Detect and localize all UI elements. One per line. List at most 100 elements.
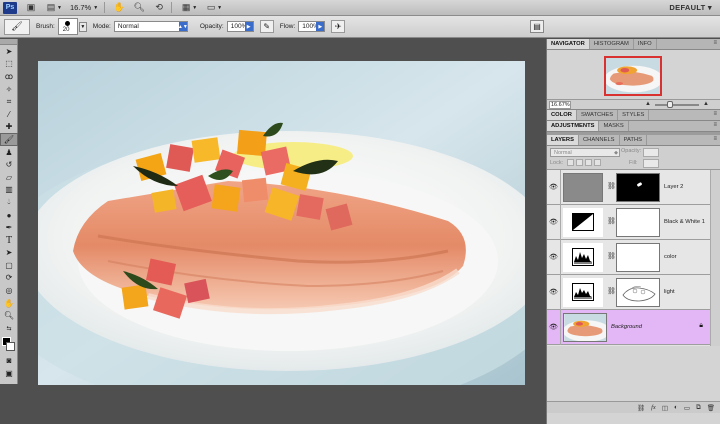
- link-icon[interactable]: ⛓: [607, 287, 616, 295]
- hand-tool[interactable]: ✋: [0, 297, 18, 310]
- quick-mask-button[interactable]: ◙: [0, 355, 18, 368]
- arrange-documents[interactable]: ▦ ▼: [180, 2, 197, 13]
- zoom-out-icon[interactable]: ▲: [645, 101, 651, 107]
- layer-mask-thumbnail[interactable]: [616, 208, 660, 237]
- layer-row-black-white-1[interactable]: 👁︎ ⛓ Black & White 1: [547, 205, 711, 240]
- brush-dropdown[interactable]: ▼: [78, 21, 87, 32]
- screen-mode-button[interactable]: ▣: [0, 367, 18, 380]
- new-adjustment-icon[interactable]: ◐: [674, 404, 678, 411]
- tab-adjustments[interactable]: ADJUSTMENTS: [547, 121, 600, 131]
- zoom-in-icon[interactable]: ▲: [703, 101, 709, 107]
- tab-color[interactable]: COLOR: [547, 110, 577, 120]
- link-layers-icon[interactable]: ⛓: [637, 404, 645, 412]
- dodge-tool[interactable]: ●: [0, 209, 18, 222]
- tablet-pressure-opacity-button[interactable]: ✎: [259, 20, 274, 33]
- navigator-zoom-track[interactable]: [655, 104, 699, 106]
- zoom-tool[interactable]: 🔍︎: [0, 309, 18, 322]
- panel-menu-icon[interactable]: ≡: [713, 111, 717, 117]
- layer-mask-thumbnail[interactable]: [616, 278, 660, 307]
- history-brush-tool[interactable]: ↺: [0, 158, 18, 171]
- eye-icon[interactable]: 👁︎: [549, 288, 558, 296]
- pen-tool[interactable]: ✒: [0, 221, 18, 234]
- document-canvas[interactable]: [38, 61, 525, 385]
- link-icon[interactable]: ⛓: [607, 252, 616, 260]
- quick-selection-tool[interactable]: ✧: [0, 83, 18, 96]
- hand-tool-button[interactable]: ✋: [113, 2, 125, 13]
- layer-mask-thumbnail[interactable]: [616, 173, 660, 202]
- default-colors[interactable]: ⇆: [0, 322, 18, 335]
- eye-icon[interactable]: 👁︎: [549, 183, 558, 191]
- zoom-tool-button[interactable]: 🔍︎: [133, 2, 145, 13]
- 3d-orbit-tool[interactable]: ◎: [0, 284, 18, 297]
- workspace-switcher[interactable]: DEFAULT ▾: [669, 3, 712, 12]
- background-color[interactable]: [6, 341, 15, 351]
- 3d-rotate-tool[interactable]: ⟳: [0, 272, 18, 285]
- layers-scrollbar[interactable]: [710, 170, 720, 346]
- gradient-tool[interactable]: ▥: [0, 184, 18, 197]
- lock-transparency-button[interactable]: [567, 159, 574, 166]
- layer-row-color[interactable]: 👁︎ ⛓ color: [547, 240, 711, 275]
- navigator-view-box[interactable]: [604, 56, 662, 96]
- navigator-zoom-slider[interactable]: [667, 101, 673, 108]
- layer-row-light[interactable]: 👁︎ ⛓ light: [547, 275, 711, 310]
- tab-histogram[interactable]: HISTOGRAM: [590, 39, 634, 49]
- view-extras[interactable]: ▤ ▼: [45, 2, 62, 13]
- clone-stamp-tool[interactable]: ♟: [0, 146, 18, 159]
- lock-position-button[interactable]: [585, 159, 592, 166]
- tab-styles[interactable]: STYLES: [618, 110, 650, 120]
- link-icon[interactable]: ⛓: [607, 217, 616, 225]
- tab-channels[interactable]: CHANNELS: [579, 135, 620, 145]
- brush-tool[interactable]: 🖌︎: [0, 133, 18, 146]
- airbrush-button[interactable]: ✈: [331, 20, 346, 33]
- type-tool[interactable]: T: [0, 234, 18, 247]
- eye-icon[interactable]: 👁︎: [549, 323, 558, 331]
- lock-pixels-button[interactable]: [576, 159, 583, 166]
- brush-preset-picker[interactable]: 20: [57, 18, 78, 35]
- opacity-field[interactable]: 100% ▶: [226, 21, 254, 32]
- shape-tool[interactable]: ▢: [0, 259, 18, 272]
- move-tool[interactable]: ➤: [0, 45, 18, 58]
- panel-menu-icon[interactable]: ≡: [713, 136, 717, 142]
- zoom-level-menu[interactable]: 16.7% ▼: [70, 3, 98, 12]
- layer-mask-thumbnail[interactable]: [616, 243, 660, 272]
- lock-all-button[interactable]: [594, 159, 601, 166]
- flow-field[interactable]: 100% ▶: [298, 21, 326, 32]
- layer-opacity-field[interactable]: [643, 148, 659, 157]
- delete-layer-icon[interactable]: 🗑︎: [707, 404, 715, 412]
- new-layer-icon[interactable]: ⧉: [696, 404, 701, 412]
- tab-info[interactable]: INFO: [634, 39, 657, 49]
- layer-style-icon[interactable]: fx: [651, 404, 656, 411]
- tab-masks[interactable]: MASKS: [599, 121, 629, 131]
- eye-icon[interactable]: 👁︎: [549, 253, 558, 261]
- mode-select[interactable]: Normal ▲▼: [113, 21, 188, 32]
- tool-preset-picker[interactable]: 🖌︎: [4, 18, 30, 35]
- new-group-icon[interactable]: ▭: [684, 404, 690, 412]
- fill-field[interactable]: [643, 159, 659, 168]
- layer-row-layer-2[interactable]: 👁︎ ⛓ Layer 2: [547, 170, 711, 205]
- color-swatches[interactable]: [0, 335, 17, 355]
- healing-brush-tool[interactable]: ✚: [0, 121, 18, 134]
- lasso-tool[interactable]: ꝏ: [0, 70, 18, 83]
- rotate-view-button[interactable]: ⟲: [153, 2, 165, 13]
- panel-menu-icon[interactable]: ≡: [713, 122, 717, 128]
- launch-bridge[interactable]: ▣: [25, 2, 37, 13]
- brush-panel-toggle[interactable]: ▤: [530, 20, 544, 33]
- eyedropper-tool[interactable]: ⁄: [0, 108, 18, 121]
- tab-swatches[interactable]: SWATCHES: [577, 110, 619, 120]
- path-selection-tool[interactable]: ➤: [0, 247, 18, 260]
- add-mask-icon[interactable]: ◫: [662, 404, 668, 412]
- crop-tool[interactable]: ⌗: [0, 95, 18, 108]
- marquee-tool[interactable]: ⬚: [0, 58, 18, 71]
- blur-tool[interactable]: 💧︎: [0, 196, 18, 209]
- eraser-tool[interactable]: ▱: [0, 171, 18, 184]
- tab-layers[interactable]: LAYERS: [547, 135, 579, 145]
- tab-paths[interactable]: PATHS: [620, 135, 648, 145]
- navigator-zoom-field[interactable]: 16.67%: [549, 101, 571, 109]
- layer-row-background[interactable]: 👁︎ Background 🔒︎: [547, 310, 711, 345]
- blend-mode-select[interactable]: Normal ◆: [550, 148, 620, 157]
- tab-navigator[interactable]: NAVIGATOR: [547, 39, 590, 49]
- panel-menu-icon[interactable]: ≡: [713, 40, 717, 46]
- screen-mode[interactable]: ▭ ▼: [205, 2, 222, 13]
- eye-icon[interactable]: 👁︎: [549, 218, 558, 226]
- link-icon[interactable]: ⛓: [607, 182, 616, 190]
